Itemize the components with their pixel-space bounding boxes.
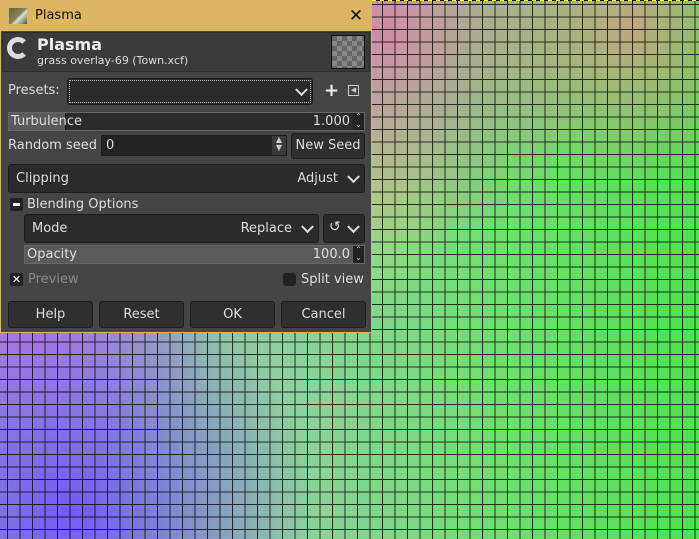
opacity-stepper[interactable]: ⌃ ⌄ <box>353 246 364 263</box>
window-title: Plasma <box>35 8 82 23</box>
clipping-label: Clipping <box>16 171 69 186</box>
add-preset-icon[interactable]: + <box>324 80 339 101</box>
new-seed-button[interactable]: New Seed <box>291 133 365 159</box>
random-seed-label: Random seed <box>8 138 97 153</box>
preview-checkbox[interactable]: ✕ <box>10 273 23 286</box>
presets-label: Presets: <box>8 83 60 98</box>
random-seed-value: 0 <box>106 138 115 153</box>
turbulence-stepper[interactable]: ⌃ ⌄ <box>353 113 364 130</box>
header-title: Plasma <box>37 35 102 54</box>
turbulence-label: Turbulence <box>11 114 83 129</box>
preset-menu-icon[interactable]: ◀ <box>348 85 359 96</box>
header-subtitle: grass overlay-69 (Town.xcf) <box>37 54 189 67</box>
split-view-checkbox[interactable] <box>283 273 296 286</box>
mode-value: Replace <box>240 221 292 236</box>
title-bar[interactable]: Plasma ✕ <box>1 0 371 31</box>
presets-combo[interactable] <box>67 78 313 105</box>
close-icon[interactable]: ✕ <box>341 6 371 26</box>
preview-label: Preview <box>28 272 79 287</box>
opacity-value: 100.0 <box>312 247 350 262</box>
chevron-down-icon <box>301 219 314 233</box>
mode-combo[interactable]: Mode Replace <box>24 214 319 243</box>
mode-label: Mode <box>32 221 68 236</box>
chevron-down-icon <box>347 169 360 183</box>
clipping-value: Adjust <box>297 171 338 186</box>
clipping-combo[interactable]: Clipping Adjust <box>8 164 365 193</box>
turbulence-slider[interactable]: Turbulence 1.000 ⌃ ⌄ <box>8 112 365 131</box>
minus-icon <box>13 203 20 206</box>
plasma-dialog: Plasma ✕ Plasma grass overlay-69 (Town.x… <box>0 0 372 333</box>
blending-options-label: Blending Options <box>27 197 139 212</box>
opacity-label: Opacity <box>27 247 78 262</box>
opacity-slider[interactable]: Opacity 100.0 ⌃ ⌄ <box>24 245 365 264</box>
help-button[interactable]: Help <box>8 301 93 328</box>
turbulence-value: 1.000 <box>312 114 350 129</box>
layer-thumbnail <box>331 35 365 69</box>
dialog-header: Plasma grass overlay-69 (Town.xcf) <box>2 32 370 72</box>
selection-marching-ants <box>372 0 699 1</box>
ok-button[interactable]: OK <box>190 301 275 328</box>
split-view-label: Split view <box>301 272 364 287</box>
cancel-button[interactable]: Cancel <box>281 301 366 328</box>
blending-collapse-toggle[interactable] <box>10 198 23 211</box>
chevron-down-icon <box>347 219 360 233</box>
chevron-down-icon <box>295 82 308 96</box>
reset-button[interactable]: Reset <box>99 301 184 328</box>
random-seed-input[interactable]: 0 ▲ ▼ <box>101 135 287 156</box>
composite-mode-icon: ↺ <box>329 219 341 235</box>
gegl-logo-icon <box>7 37 29 59</box>
app-icon <box>9 7 27 24</box>
composite-mode-combo[interactable]: ↺ <box>323 214 365 243</box>
random-seed-stepper[interactable]: ▲ ▼ <box>272 136 286 155</box>
